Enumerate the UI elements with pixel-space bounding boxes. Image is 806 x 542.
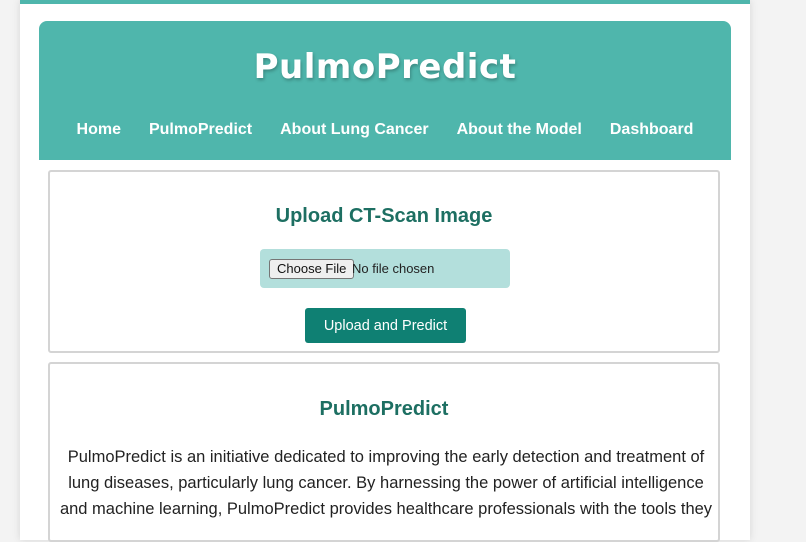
main-nav: Home PulmoPredict About Lung Cancer Abou… <box>39 121 731 139</box>
nav-dashboard[interactable]: Dashboard <box>610 121 694 139</box>
page-background-right <box>750 0 806 512</box>
site-brand[interactable]: PulmoPredict <box>39 47 731 87</box>
page-container: PulmoPredict Home PulmoPredict About Lun… <box>20 0 750 542</box>
info-title: PulmoPredict <box>319 398 449 420</box>
file-status-text: No file chosen <box>352 261 435 276</box>
file-input-field[interactable]: Choose File No file chosen <box>260 249 510 288</box>
choose-file-button[interactable]: Choose File <box>269 259 355 279</box>
nav-about-the-model[interactable]: About the Model <box>457 121 582 139</box>
site-header: PulmoPredict Home PulmoPredict About Lun… <box>39 21 731 160</box>
info-paragraph: PulmoPredict is an initiative dedicated … <box>59 448 713 518</box>
nav-about-lung-cancer[interactable]: About Lung Cancer <box>280 121 428 139</box>
upload-and-predict-button[interactable]: Upload and Predict <box>305 308 466 343</box>
upload-card: Upload CT-Scan Image Choose File No file… <box>48 170 720 353</box>
info-card: PulmoPredict PulmoPredict is an initiati… <box>48 362 720 542</box>
nav-pulmopredict[interactable]: PulmoPredict <box>149 121 252 139</box>
nav-home[interactable]: Home <box>77 121 121 139</box>
upload-title: Upload CT-Scan Image <box>275 205 493 227</box>
